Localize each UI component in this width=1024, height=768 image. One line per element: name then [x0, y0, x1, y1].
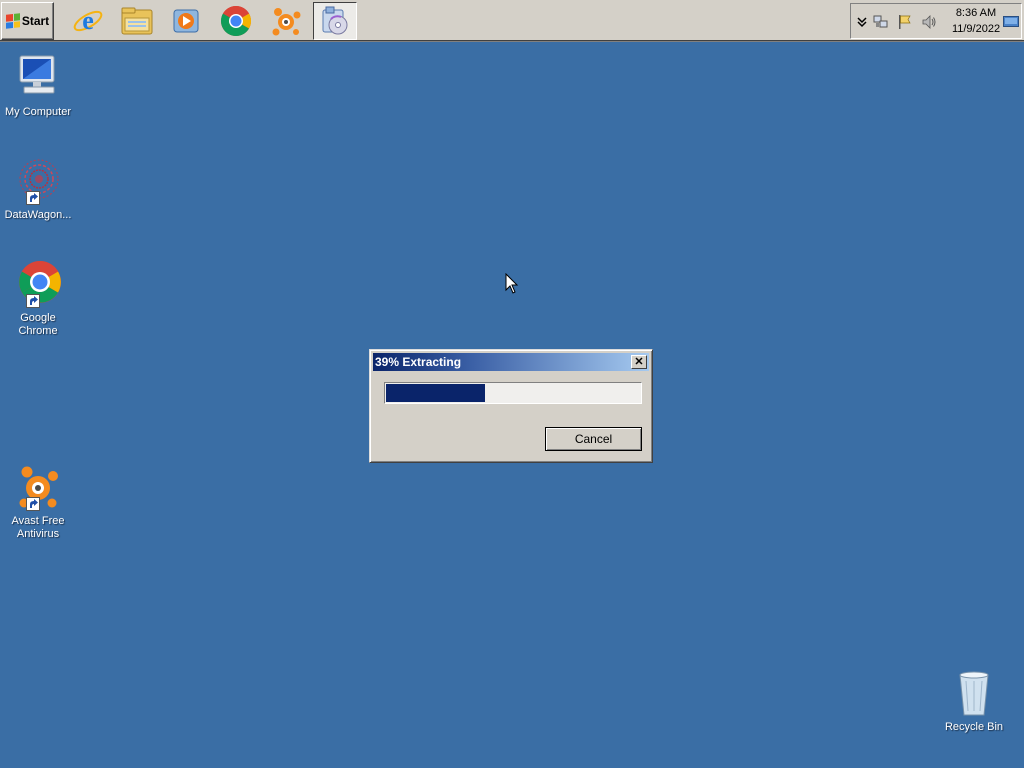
quick-launch-winrar-extract[interactable] [313, 2, 357, 40]
progress-bar [384, 382, 642, 404]
windows-logo-icon [5, 13, 20, 29]
start-label: Start [21, 14, 50, 28]
desktop-icon-my-computer[interactable]: My Computer [0, 54, 76, 119]
clock-time[interactable]: 8:36 AM [946, 7, 1006, 19]
desktop-icon-label: My Computer [4, 106, 72, 118]
shortcut-arrow-icon [26, 497, 40, 511]
desktop-icon-label: Avast Free Antivirus [11, 515, 65, 540]
desktop-icon-label: Google Chrome [18, 312, 58, 337]
quick-launch-media-player[interactable] [164, 2, 208, 40]
taskbar: Start e 8:36 AM 11/9/2022 [0, 0, 1024, 42]
clock-date[interactable]: 11/9/2022 [946, 23, 1006, 35]
shortcut-arrow-icon [26, 191, 40, 205]
desktop-icon-recycle-bin[interactable]: Recycle Bin [936, 669, 1012, 734]
mouse-cursor-icon [505, 273, 519, 294]
internet-explorer-icon: e [73, 6, 103, 35]
shortcut-arrow-icon [26, 294, 40, 308]
desktop-icon-datawagon[interactable]: DataWagon... [0, 157, 76, 222]
dialog-titlebar[interactable]: 39% Extracting ✕ [373, 353, 649, 371]
show-desktop-icon[interactable] [1003, 13, 1019, 31]
show-hidden-icons-chevron-icon[interactable] [853, 13, 871, 31]
action-center-flag-icon[interactable] [896, 13, 914, 31]
desktop-icon-google-chrome[interactable]: Google Chrome [0, 260, 76, 338]
start-button[interactable]: Start [1, 2, 54, 40]
desktop-icon-label: Recycle Bin [944, 721, 1004, 733]
windows-explorer-icon [121, 7, 153, 35]
media-player-icon [173, 9, 199, 33]
volume-icon[interactable] [920, 13, 938, 31]
desktop-icon-label: DataWagon... [4, 209, 72, 221]
avast-icon [12, 463, 64, 511]
chrome-icon [220, 5, 252, 37]
svg-text:e: e [82, 6, 94, 35]
close-icon: ✕ [634, 355, 644, 368]
chrome-icon [12, 260, 64, 308]
quick-launch-chrome[interactable] [214, 2, 258, 40]
avast-icon [272, 8, 301, 36]
quick-launch-avast[interactable] [264, 2, 308, 40]
quick-launch-internet-explorer[interactable]: e [66, 2, 110, 40]
quick-launch-windows-explorer[interactable] [115, 2, 159, 40]
recycle-bin-icon [948, 669, 1000, 717]
cancel-button[interactable]: Cancel [545, 427, 642, 451]
cancel-label: Cancel [574, 432, 613, 446]
extract-progress-dialog: 39% Extracting ✕ Cancel [369, 349, 653, 463]
system-tray: 8:36 AM 11/9/2022 [850, 3, 1022, 39]
winrar-extract-icon [322, 6, 348, 35]
datawagon-icon [12, 157, 64, 205]
my-computer-icon [12, 54, 64, 102]
close-button[interactable]: ✕ [631, 355, 647, 369]
network-icon[interactable] [872, 13, 890, 31]
dialog-title: 39% Extracting [375, 355, 462, 369]
progress-fill [386, 384, 486, 402]
desktop-icon-avast[interactable]: Avast Free Antivirus [0, 463, 76, 541]
